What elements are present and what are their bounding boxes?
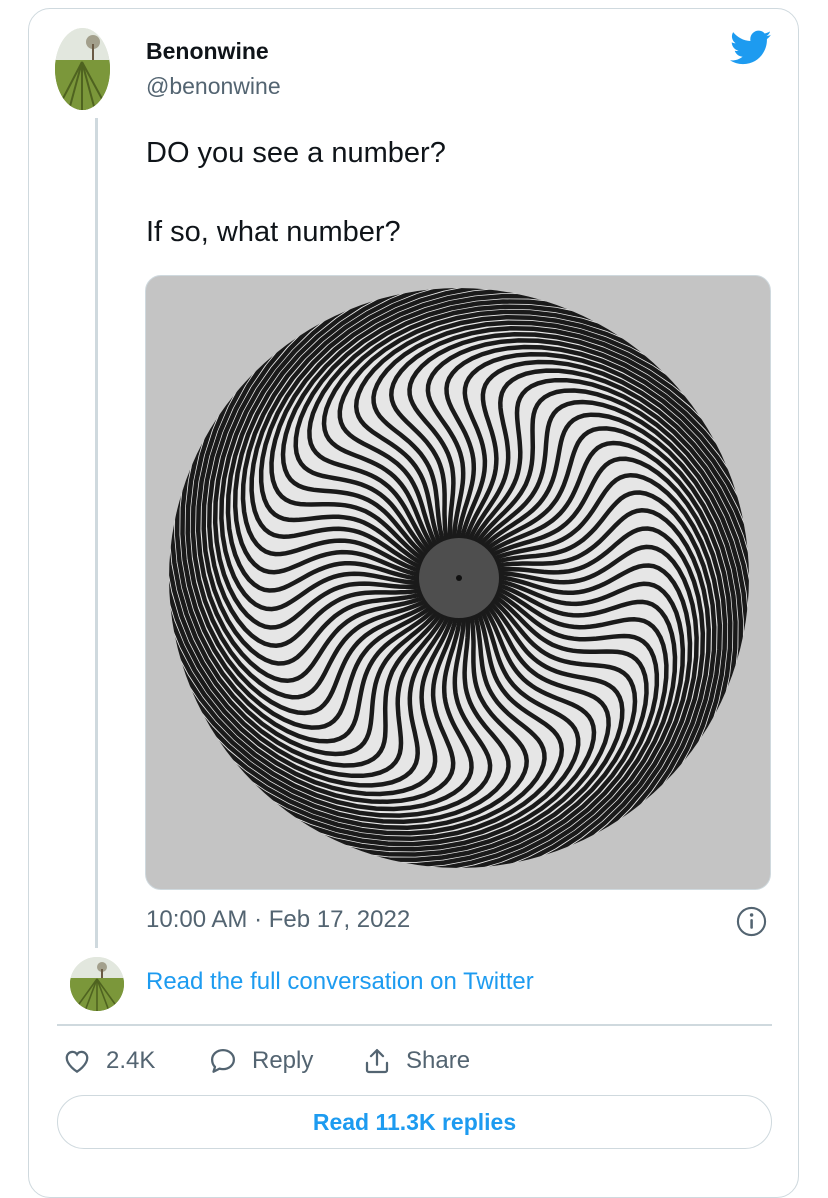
tweet-timestamp[interactable]: 10:00 AM · Feb 17, 2022 (146, 906, 410, 934)
twitter-bird-icon[interactable] (730, 30, 772, 66)
tweet-media-image[interactable] (145, 275, 771, 890)
heart-icon (65, 1050, 89, 1073)
viewer-avatar (70, 957, 124, 1011)
tweet-text-line-1: DO you see a number? (146, 137, 446, 169)
like-button[interactable]: 2.4K (62, 1043, 155, 1079)
reply-label: Reply (252, 1047, 314, 1074)
thread-connector-line (95, 118, 98, 948)
speech-bubble-icon (211, 1049, 235, 1073)
author-avatar[interactable] (55, 28, 110, 110)
info-icon[interactable] (736, 906, 767, 937)
read-conversation-link[interactable]: Read the full conversation on Twitter (146, 968, 534, 996)
divider (57, 1024, 772, 1026)
reply-button[interactable]: Reply (208, 1043, 313, 1079)
author-handle[interactable]: @benonwine (146, 73, 281, 100)
share-label: Share (406, 1047, 471, 1074)
tweet-text-line-2: If so, what number? (146, 216, 401, 248)
like-count: 2.4K (106, 1047, 156, 1074)
read-replies-button[interactable]: Read 11.3K replies (57, 1095, 772, 1149)
share-upload-icon (365, 1049, 389, 1074)
author-name[interactable]: Benonwine (146, 38, 269, 65)
share-button[interactable]: Share (362, 1043, 470, 1079)
